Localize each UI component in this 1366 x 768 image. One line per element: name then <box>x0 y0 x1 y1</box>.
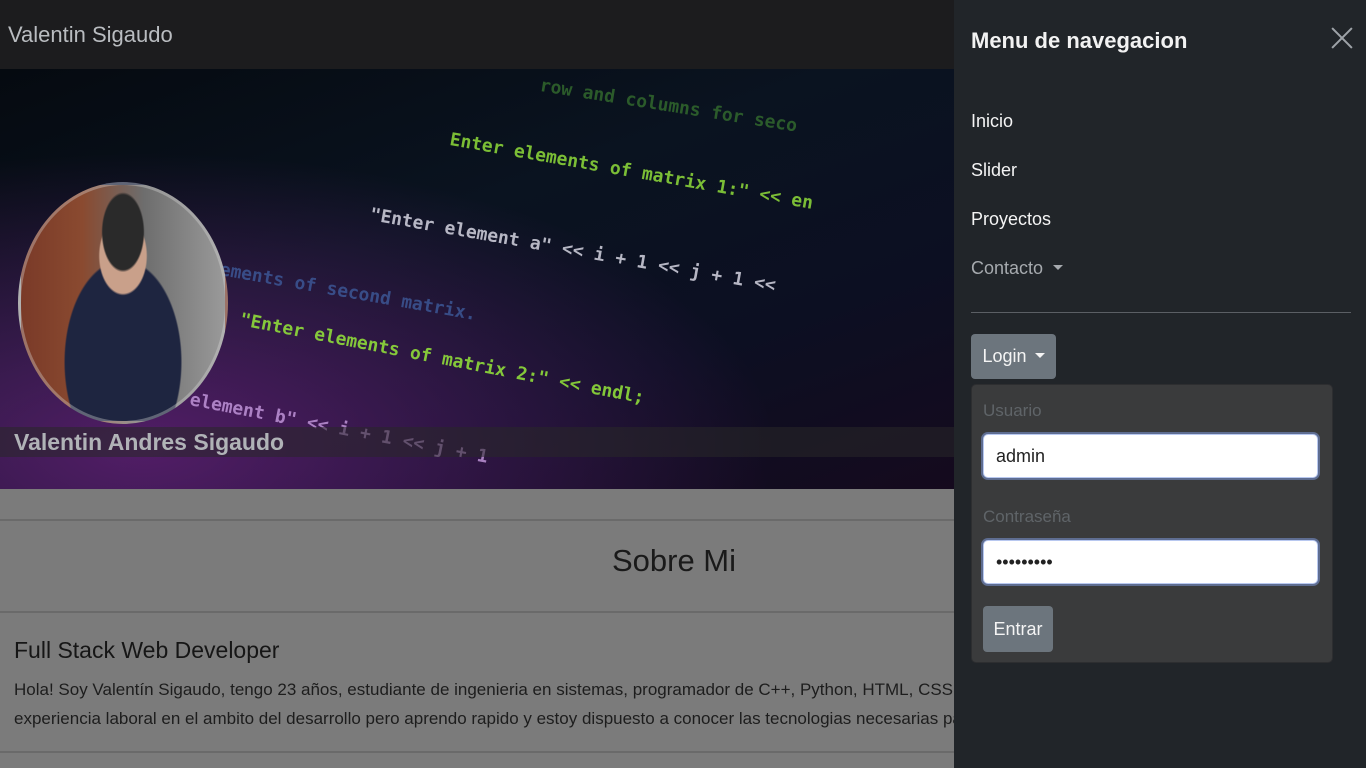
nav-item-proyectos[interactable]: Proyectos <box>971 209 1051 230</box>
bio-line: experiencia laboral en el ambito del des… <box>14 709 954 728</box>
hero-name: Valentin Andres Sigaudo <box>14 429 285 455</box>
password-label: Contraseña <box>983 507 1071 526</box>
nav-item-contacto[interactable]: Contacto <box>971 258 1064 279</box>
username-label: Usuario <box>983 401 1042 420</box>
login-dropdown-button[interactable]: Login <box>971 334 1056 379</box>
hero-banner: row and columns for seco Enter elements … <box>0 69 954 489</box>
close-icon[interactable] <box>1330 26 1354 50</box>
divider <box>0 751 954 753</box>
password-input[interactable] <box>983 540 1318 584</box>
offcanvas-title: Menu de navegacion <box>971 28 1188 53</box>
submit-button[interactable]: Entrar <box>983 606 1053 652</box>
bio-text: Hola! Soy Valentín Sigaudo, tengo 23 año… <box>14 675 954 733</box>
code-text: "Enter elements of matrix 2:" << endl; <box>237 309 647 409</box>
bio-line: Hola! Soy Valentín Sigaudo, tengo 23 año… <box>14 680 954 699</box>
caret-down-icon <box>1034 353 1045 358</box>
nav-item-slider[interactable]: Slider <box>971 160 1017 181</box>
login-dropdown-menu: Usuario Contraseña Entrar <box>971 384 1333 663</box>
offcanvas-panel: Menu de navegacion Inicio Slider Proyect… <box>954 0 1366 768</box>
nav-item-inicio[interactable]: Inicio <box>971 111 1013 132</box>
divider <box>971 312 1351 313</box>
login-label: Login <box>982 346 1027 366</box>
code-text: "Enter element a" << i + 1 << j + 1 << <box>368 204 778 297</box>
divider <box>0 611 954 613</box>
username-input[interactable] <box>983 434 1318 478</box>
nav-item-label: Contacto <box>971 258 1044 278</box>
role-heading: Full Stack Web Developer <box>14 637 280 663</box>
profile-photo <box>18 182 228 424</box>
brand-link[interactable]: Valentin Sigaudo <box>8 22 173 48</box>
code-text: row and columns for seco <box>538 75 799 137</box>
caret-down-icon <box>1053 265 1064 270</box>
code-text: Enter elements of matrix 1:" << en <box>448 129 815 214</box>
divider <box>0 519 954 521</box>
about-section: Sobre Mi Full Stack Web Developer Hola! … <box>0 489 954 768</box>
